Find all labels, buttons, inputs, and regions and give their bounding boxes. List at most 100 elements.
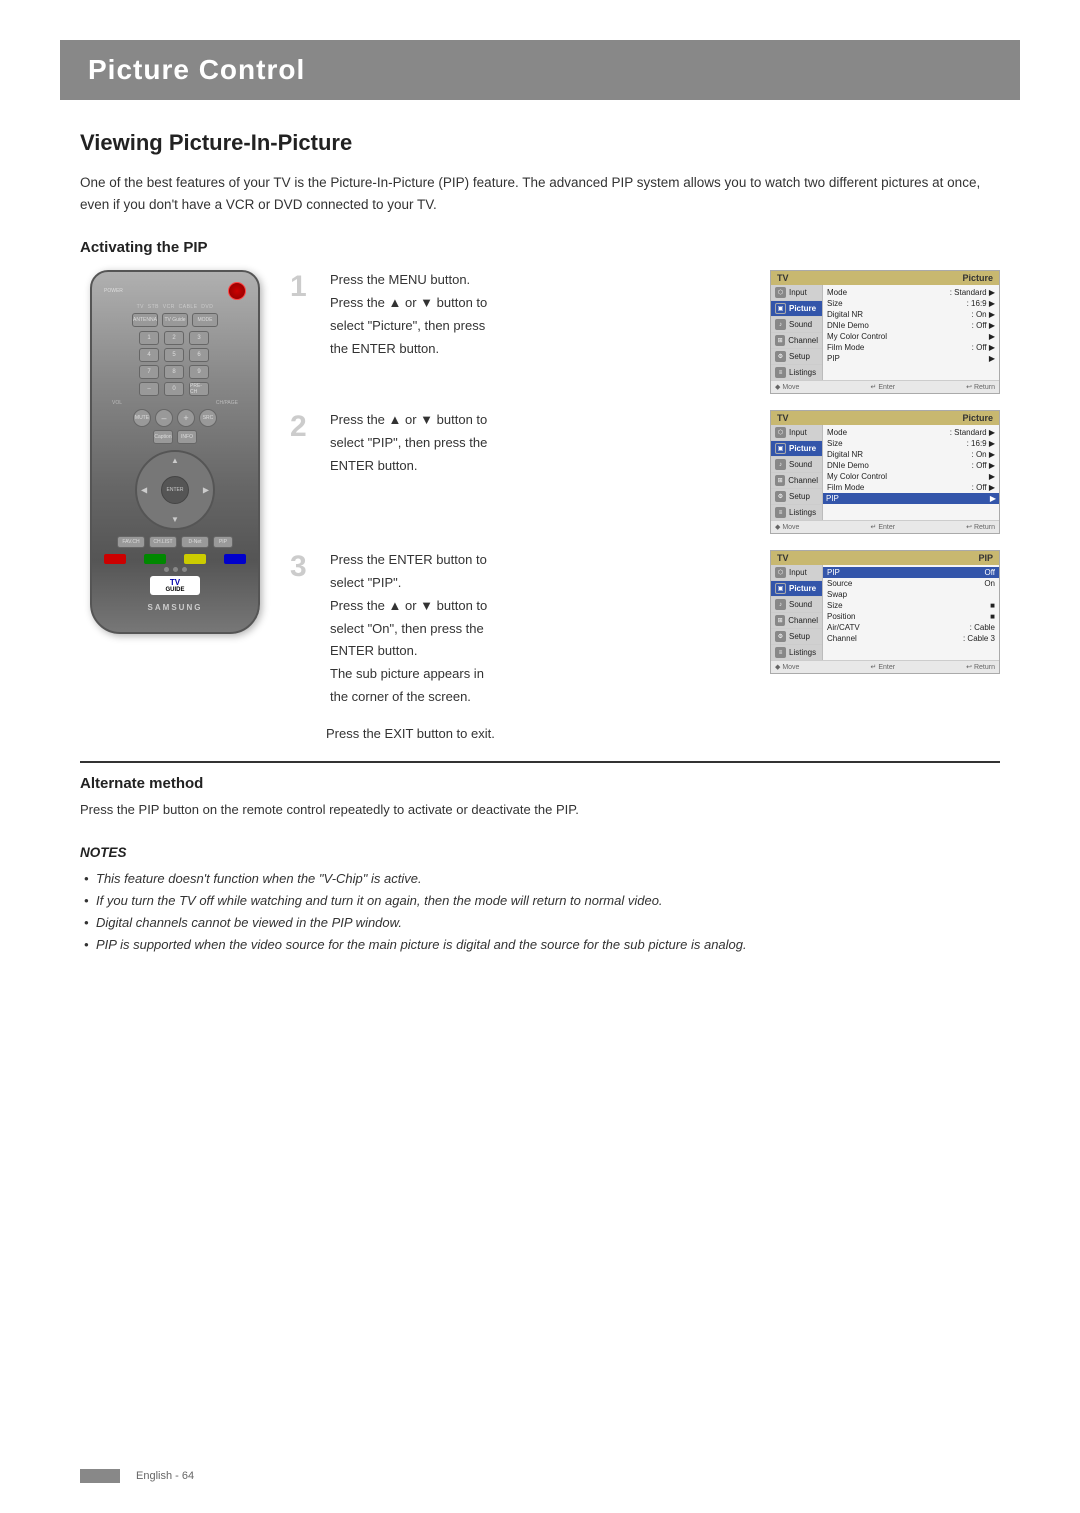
antenna-row: ANTENNA TV Guide MODE	[104, 313, 246, 327]
step-3-line-4: select "On", then press the	[330, 619, 758, 640]
enter-button[interactable]: ENTER	[161, 476, 189, 504]
ch-list-button[interactable]: CH.LIST	[149, 536, 177, 548]
s1-size: Size: 16:9 ▶	[827, 298, 995, 309]
antenna-button[interactable]: ANTENNA	[132, 313, 158, 327]
screen3-tv-label: TV	[777, 553, 789, 563]
s3-aircatv: Air/CATV: Cable	[827, 622, 995, 633]
caption-button[interactable]: Caption	[153, 430, 173, 444]
screen1-footer-return: ↩ Return	[966, 383, 995, 391]
screen1-footer-enter: ↵ Enter	[871, 383, 896, 391]
footer-bar	[80, 1469, 120, 1483]
step-3-line-7: the corner of the screen.	[330, 687, 758, 708]
tvguide-button[interactable]: TV Guide	[162, 313, 188, 327]
nav-right-arrow[interactable]: ▶	[203, 486, 209, 495]
d-net-button[interactable]: D-Net	[181, 536, 209, 548]
power-button[interactable]	[228, 282, 246, 300]
tv-guide-logo: TV GUIDE	[150, 576, 200, 595]
remote-control: POWER TV STB VCR CABLE DVD ANTENNA TV Gu…	[90, 270, 260, 634]
btn-prech[interactable]: PRE-CH	[189, 382, 209, 396]
info-button[interactable]: INFO	[177, 430, 197, 444]
step-3-content: Press the ENTER button to select "PIP". …	[330, 550, 1000, 710]
s2-channel: ⊞ Channel	[771, 473, 822, 489]
red-button[interactable]	[104, 554, 126, 564]
s3-sound: ♪ Sound	[771, 597, 822, 613]
menu-picture-active: ▣ Picture	[771, 301, 822, 317]
vol-up[interactable]: +	[177, 409, 195, 427]
step-3-line-1: Press the ENTER button to	[330, 550, 758, 571]
btn-5[interactable]: 5	[164, 348, 184, 362]
s2-listings: ≡ Listings	[771, 505, 822, 520]
notes-heading: NOTES	[80, 845, 1000, 860]
source-button[interactable]: SRC	[199, 409, 217, 427]
s1-dnie: DNIe Demo: Off ▶	[827, 320, 995, 331]
screen1-body: ⬡ Input ▣ Picture ♪ Sound	[771, 285, 999, 380]
yellow-button[interactable]	[184, 554, 206, 564]
btn-8[interactable]: 8	[164, 365, 184, 379]
blue-button[interactable]	[224, 554, 246, 564]
menu-channel: ⊞ Channel	[771, 333, 822, 349]
activating-heading: Activating the PIP	[80, 239, 1000, 256]
intro-text: One of the best features of your TV is t…	[80, 172, 1000, 215]
btn-dash[interactable]: –	[139, 382, 159, 396]
vol-down[interactable]: –	[155, 409, 173, 427]
pip-button[interactable]: PIP	[213, 536, 233, 548]
btn-4[interactable]: 4	[139, 348, 159, 362]
screen2-footer-return: ↩ Return	[966, 523, 995, 531]
color-buttons	[104, 554, 246, 564]
btn-2[interactable]: 2	[164, 331, 184, 345]
s2-size: Size: 16:9 ▶	[827, 438, 995, 449]
s1-film: Film Mode: Off ▶	[827, 342, 995, 353]
green-button[interactable]	[144, 554, 166, 564]
btn-3[interactable]: 3	[189, 331, 209, 345]
s2-mode: Mode: Standard ▶	[827, 427, 995, 438]
btn-9[interactable]: 9	[189, 365, 209, 379]
s2-input: ⬡ Input	[771, 425, 822, 441]
page-title: Picture Control	[88, 54, 992, 86]
btn-7[interactable]: 7	[139, 365, 159, 379]
screen2-footer-enter: ↵ Enter	[871, 523, 896, 531]
step-2-number: 2	[290, 412, 314, 442]
step-3-line-5: ENTER button.	[330, 641, 758, 662]
nav-left-arrow[interactable]: ◀	[141, 486, 147, 495]
menu-sound: ♪ Sound	[771, 317, 822, 333]
screen3-body: ⬡ Input ▣ Picture ♪ Sound	[771, 565, 999, 660]
s2-film: Film Mode: Off ▶	[827, 482, 995, 493]
guide-text: GUIDE	[154, 587, 196, 593]
s1-mycolor: My Color Control▶	[827, 331, 995, 342]
fav-ch-button[interactable]: FAV.CH	[117, 536, 145, 548]
step-3-row: 3 Press the ENTER button to select "PIP"…	[290, 550, 1000, 710]
step-2-line-2: select "PIP", then press the	[330, 433, 758, 454]
tv-screen-3: TV PIP ⬡ Input ▣ Pictu	[770, 550, 1000, 674]
page-footer: English - 64	[80, 1469, 194, 1483]
screen1-right: Mode: Standard ▶ Size: 16:9 ▶ Digital NR…	[823, 285, 999, 380]
screen3-header: TV PIP	[771, 551, 999, 565]
step-1-number: 1	[290, 272, 314, 302]
step-1-line-4: the ENTER button.	[330, 339, 758, 360]
s2-setup: ⚙ Setup	[771, 489, 822, 505]
btn-0[interactable]: 0	[164, 382, 184, 396]
notes-list: This feature doesn't function when the "…	[80, 868, 1000, 956]
step-2-line-1: Press the ▲ or ▼ button to	[330, 410, 758, 431]
s1-mode: Mode: Standard ▶	[827, 287, 995, 298]
mode-button[interactable]: MODE	[192, 313, 218, 327]
btn-1[interactable]: 1	[139, 331, 159, 345]
nav-cluster: ▲ ▼ ◀ ▶ ENTER	[135, 450, 215, 530]
note-2: If you turn the TV off while watching an…	[80, 890, 1000, 912]
source-labels: TV STB VCR CABLE DVD	[104, 304, 246, 310]
nav-up-arrow[interactable]: ▲	[171, 456, 179, 465]
mute-row: MUTE – + SRC	[104, 409, 246, 427]
btn-6[interactable]: 6	[189, 348, 209, 362]
screen2-tv-label: TV	[777, 413, 789, 423]
s3-picture: ▣ Picture	[771, 581, 822, 597]
note-3: Digital channels cannot be viewed in the…	[80, 912, 1000, 934]
indicator-dots	[104, 567, 246, 572]
fav-row: FAV.CH CH.LIST D-Net PIP	[104, 536, 246, 548]
mute-button[interactable]: MUTE	[133, 409, 151, 427]
alternate-section: Alternate method Press the PIP button on…	[80, 761, 1000, 821]
screen1-tv-label: TV	[777, 273, 789, 283]
screen3-footer-enter: ↵ Enter	[871, 663, 896, 671]
step-2-content: Press the ▲ or ▼ button to select "PIP",…	[330, 410, 1000, 534]
nav-down-arrow[interactable]: ▼	[171, 515, 179, 524]
screen3-right: PIP Off SourceOn Swap Size	[823, 565, 999, 660]
tv-screen-2: TV Picture ⬡ Input ▣ P	[770, 410, 1000, 534]
